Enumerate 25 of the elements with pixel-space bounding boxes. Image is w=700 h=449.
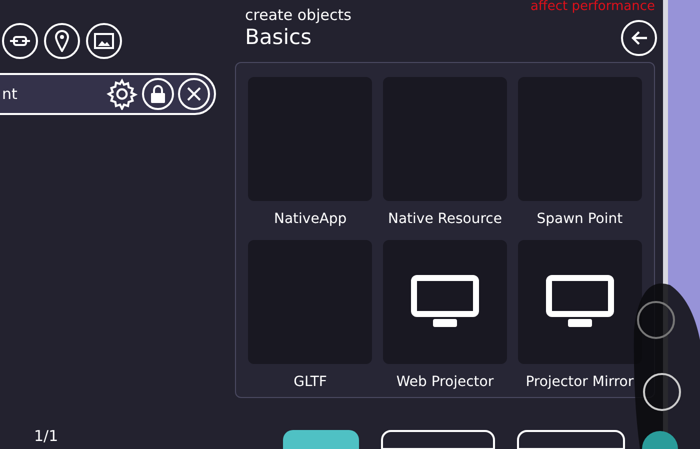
outline-button[interactable] [517, 430, 625, 449]
image-icon[interactable] [86, 23, 122, 59]
monitor-icon [546, 275, 614, 329]
close-icon[interactable] [178, 78, 210, 110]
list-item[interactable]: nt [0, 73, 216, 115]
tile-label: Native Resource [388, 210, 502, 229]
back-arrow-icon [630, 30, 648, 46]
panel-subtitle: create objects [245, 6, 352, 24]
settings-icon[interactable] [106, 78, 138, 110]
item-label: nt [2, 84, 18, 105]
panel-title: Basics [245, 24, 313, 50]
location-pin-icon[interactable] [44, 23, 80, 59]
tile-label: Spawn Point [536, 210, 623, 229]
tile-label: GLTF [294, 373, 327, 392]
outline-button[interactable] [381, 430, 495, 449]
tile-label: Web Projector [396, 373, 494, 392]
connector-icon[interactable] [2, 23, 38, 59]
lock-icon[interactable] [142, 78, 174, 110]
warning-text: affect performance [530, 0, 655, 14]
tile-label: Projector Mirror [526, 373, 634, 392]
tile-label: NativeApp [274, 210, 347, 229]
page-indicator: 1/1 [34, 426, 60, 446]
back-button[interactable] [621, 20, 657, 56]
monitor-icon [410, 275, 479, 329]
primary-button[interactable] [283, 430, 359, 449]
